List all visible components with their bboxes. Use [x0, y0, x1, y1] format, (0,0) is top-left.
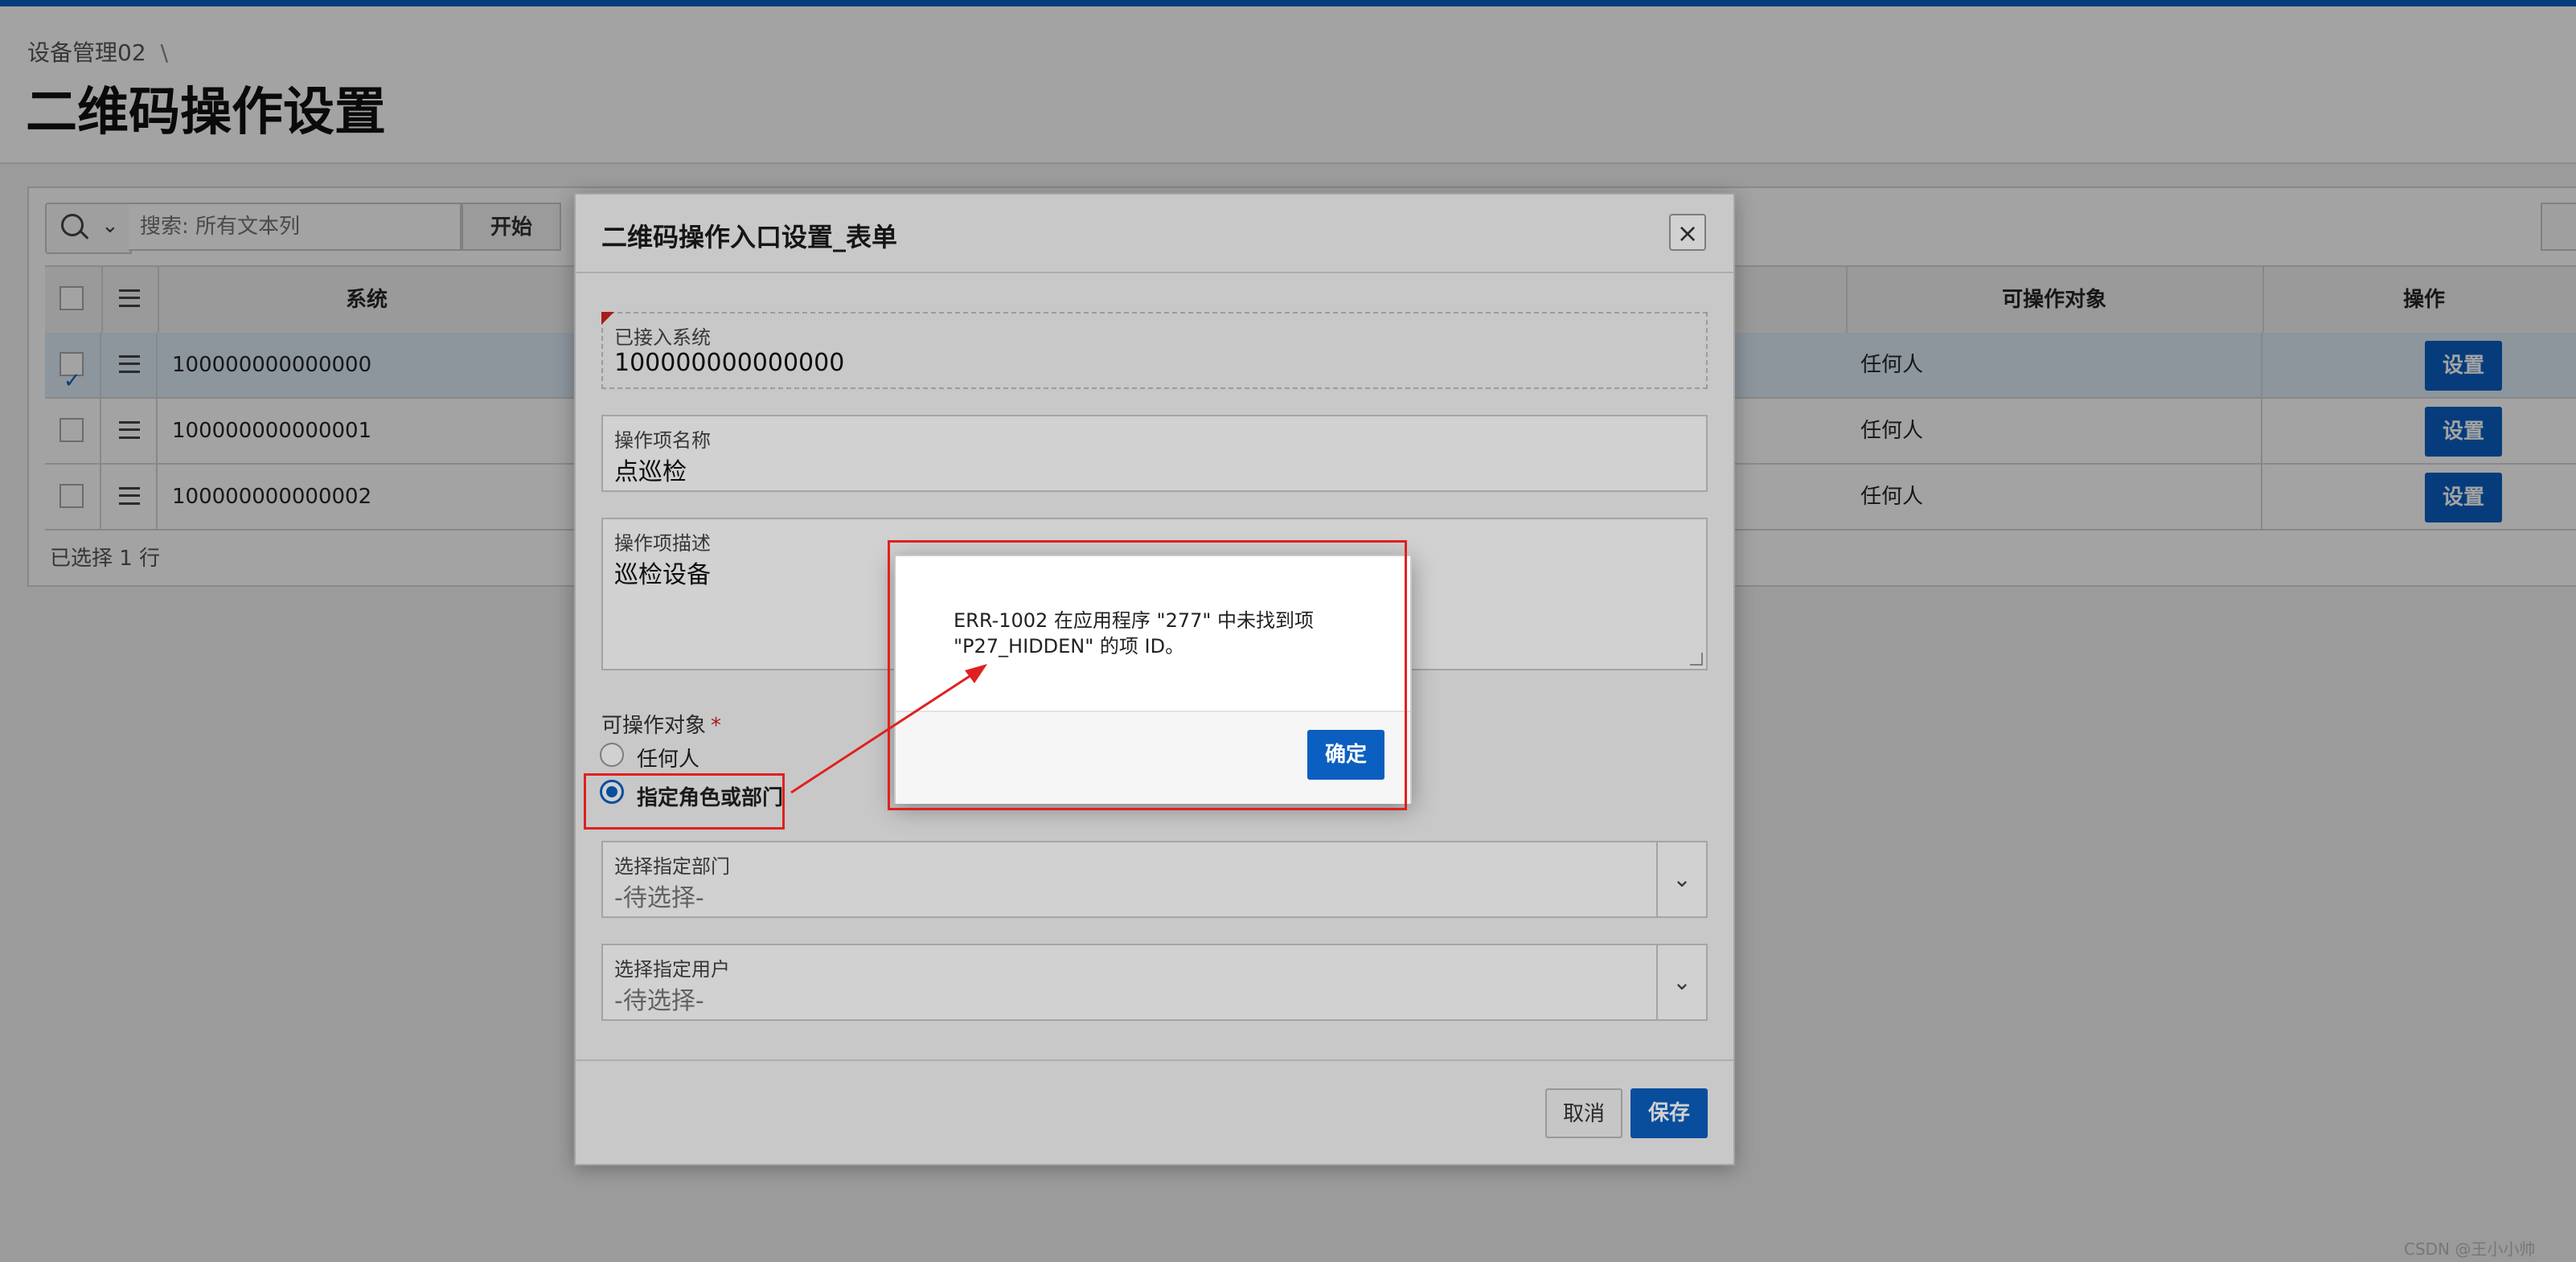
annotation-arrow	[790, 664, 987, 794]
annotation-arrow-head	[965, 664, 987, 683]
watermark: CSDN @王小小帅	[2404, 1239, 2536, 1259]
annotation-arrow-line	[790, 670, 977, 794]
